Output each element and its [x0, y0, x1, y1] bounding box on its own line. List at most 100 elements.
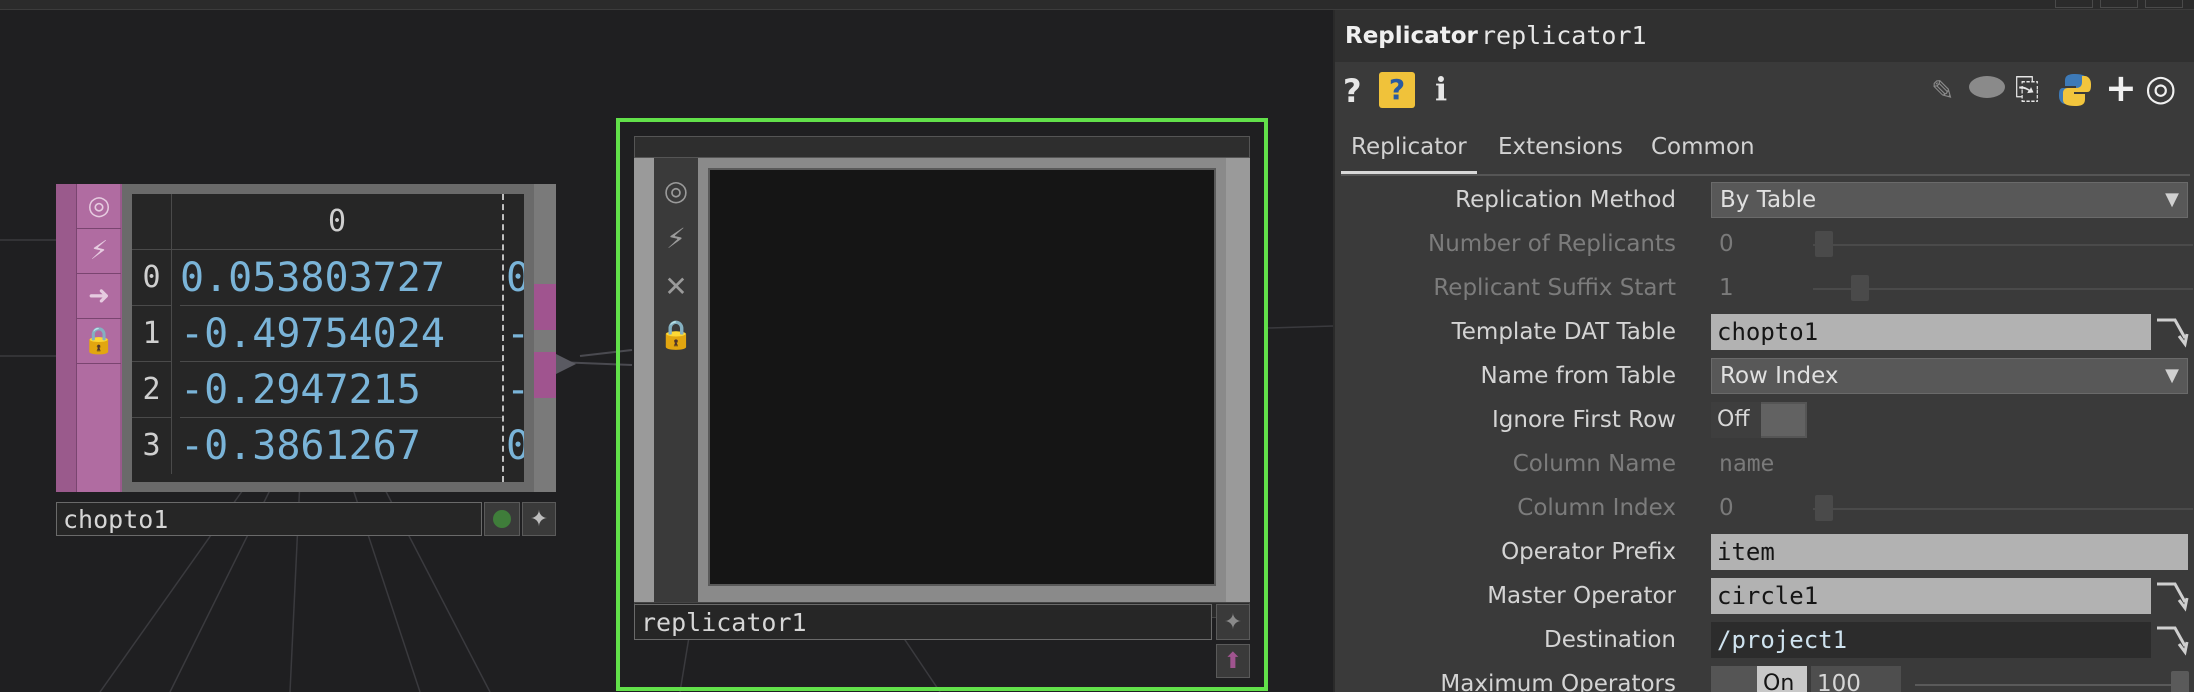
param-label: Number of Replicants [1428, 231, 1676, 257]
param-label: Template DAT Table [1451, 319, 1676, 345]
window-button[interactable] [2145, 0, 2183, 8]
node-name-label[interactable]: chopto1 [56, 502, 482, 536]
param-label: Destination [1544, 627, 1676, 653]
viewer-icon[interactable]: ◎ [77, 184, 121, 229]
pin-icon[interactable]: ✦ [522, 502, 556, 536]
arrow-reference-icon[interactable] [2153, 314, 2191, 350]
viewer-icon[interactable]: ◎ [654, 166, 698, 214]
slider-handle[interactable] [1815, 495, 1833, 521]
slider-track[interactable] [1813, 244, 2193, 246]
edit-icon[interactable]: ✎ [1931, 74, 1954, 107]
panel-toolbar: ? ? i ✎ ⎘ + ◎ [1335, 62, 2194, 120]
tab-extensions[interactable]: Extensions [1498, 134, 1623, 160]
pin-icon[interactable]: ✦ [1216, 604, 1250, 640]
slider-handle[interactable] [1851, 275, 1869, 301]
add-icon[interactable]: + [2105, 66, 2137, 110]
slider-track[interactable] [1813, 508, 2193, 510]
param-label: Operator Prefix [1501, 539, 1676, 565]
param-ignore-first-row: Ignore First Row Off [1335, 398, 2194, 442]
replication-method-menu[interactable]: By Table ▼ [1711, 182, 2188, 218]
toggle-label: On [1757, 666, 1807, 692]
tab-common[interactable]: Common [1651, 134, 1755, 160]
destination-field[interactable]: /project1 [1711, 622, 2151, 658]
param-label: Replicant Suffix Start [1433, 275, 1676, 301]
window-button[interactable] [2055, 0, 2093, 8]
param-value[interactable]: 0 [1719, 486, 1734, 530]
param-template-dat-table: Template DAT Table chopto1 [1335, 310, 2194, 354]
name-from-table-menu[interactable]: Row Index ▼ [1711, 358, 2188, 394]
table-cell: - [506, 362, 524, 418]
chevron-down-icon: ▼ [2165, 365, 2179, 386]
top-bar [0, 0, 2194, 10]
python-help-icon[interactable]: ? [1379, 72, 1415, 108]
param-value[interactable]: name [1719, 442, 1774, 486]
chevron-down-icon: ▼ [2165, 189, 2179, 210]
node-left-strip: ◎ ⚡ ➜ 🔒 [56, 184, 122, 492]
slider-handle[interactable] [1815, 231, 1833, 257]
param-label: Master Operator [1487, 583, 1676, 609]
operator-prefix-field[interactable]: item [1711, 534, 2188, 570]
param-column-index: Column Index 0 [1335, 486, 2194, 530]
delete-icon[interactable]: ✕ [654, 262, 698, 310]
lock-icon[interactable]: 🔒 [654, 310, 698, 358]
cook-icon[interactable]: ⚡ [77, 229, 121, 274]
param-value[interactable]: 0 [1719, 222, 1734, 266]
param-replicant-suffix-start: Replicant Suffix Start 1 [1335, 266, 2194, 310]
table-cell: 0.053803727 [180, 250, 502, 306]
node-right-strip [534, 184, 556, 492]
maximum-operators-value[interactable]: 100 [1811, 666, 1901, 692]
node-flag-strip: ◎ ⚡ ✕ 🔒 [654, 158, 698, 602]
slider-handle[interactable] [2171, 671, 2189, 692]
slider-track[interactable] [1915, 684, 2177, 686]
table-viewer: 0 0 0.053803727 0 1 -0.49754024 - 2 -0.2… [132, 194, 524, 482]
param-destination: Destination /project1 [1335, 618, 2194, 662]
operator-type: Replicator [1345, 23, 1478, 49]
template-dat-field[interactable]: chopto1 [1711, 314, 2151, 350]
param-maximum-operators: Maximum Operators On 100 [1335, 662, 2194, 692]
table-cell: 0 [506, 423, 524, 469]
node-left-strip [634, 158, 654, 602]
cook-icon[interactable]: ⚡ [654, 214, 698, 262]
chop-viewer: 0 0 0.053803727 0 1 -0.49754024 - 2 -0.2… [122, 184, 534, 492]
bypass-button[interactable] [484, 502, 520, 536]
help-icon[interactable]: ? [1343, 72, 1362, 110]
info-icon[interactable]: i [1435, 70, 1447, 108]
export-icon[interactable]: ➜ [77, 274, 121, 319]
param-master-operator: Master Operator circle1 [1335, 574, 2194, 618]
param-replication-method: Replication Method By Table ▼ [1335, 178, 2194, 222]
master-operator-field[interactable]: circle1 [1711, 578, 2151, 614]
target-icon[interactable]: ◎ [2145, 68, 2176, 109]
param-label: Ignore First Row [1492, 407, 1676, 433]
row-index: 2 [132, 362, 172, 418]
table-cell: -0.2947215 [180, 362, 502, 418]
node-name-label[interactable]: replicator1 [634, 604, 1212, 640]
input-connector[interactable] [534, 284, 556, 330]
param-label: Column Index [1517, 495, 1676, 521]
status-dot-icon [493, 510, 511, 528]
replicator1-node[interactable]: ◎ ⚡ ✕ 🔒 replicator1 ✦ ⬆ [616, 118, 1268, 691]
output-connector[interactable] [534, 352, 556, 398]
menu-value: By Table [1720, 187, 1817, 213]
param-label: Maximum Operators [1440, 671, 1676, 692]
arrow-reference-icon[interactable] [2153, 622, 2191, 658]
chopto1-node[interactable]: ◎ ⚡ ➜ 🔒 0 0 0.053803727 0 1 -0.49754024 … [56, 184, 556, 536]
parent-shortcut-icon[interactable]: ⬆ [1216, 644, 1250, 678]
row-index: 3 [132, 418, 172, 474]
node-viewer [698, 158, 1226, 602]
slider-track[interactable] [1813, 288, 2193, 290]
operator-name-field[interactable]: replicator1 [1481, 10, 1647, 62]
panel-header: Replicator replicator1 [1335, 10, 2194, 62]
ignore-first-row-toggle[interactable]: Off [1711, 402, 1807, 438]
comment-icon[interactable] [1969, 76, 2005, 98]
parameter-dialog-icon[interactable]: ⎘ [2015, 72, 2039, 107]
arrow-reference-icon[interactable] [2153, 578, 2191, 614]
network-editor[interactable]: ◎ ⚡ ➜ 🔒 0 0 0.053803727 0 1 -0.49754024 … [0, 10, 1333, 692]
tab-replicator[interactable]: Replicator [1351, 134, 1467, 160]
param-label: Column Name [1512, 451, 1676, 477]
param-value[interactable]: 1 [1719, 266, 1734, 310]
lock-icon[interactable]: 🔒 [77, 319, 121, 364]
maximum-operators-toggle[interactable]: On [1711, 666, 1807, 692]
window-button[interactable] [2100, 0, 2138, 8]
python-icon[interactable] [2057, 72, 2093, 108]
column-header: 0 [172, 194, 502, 250]
